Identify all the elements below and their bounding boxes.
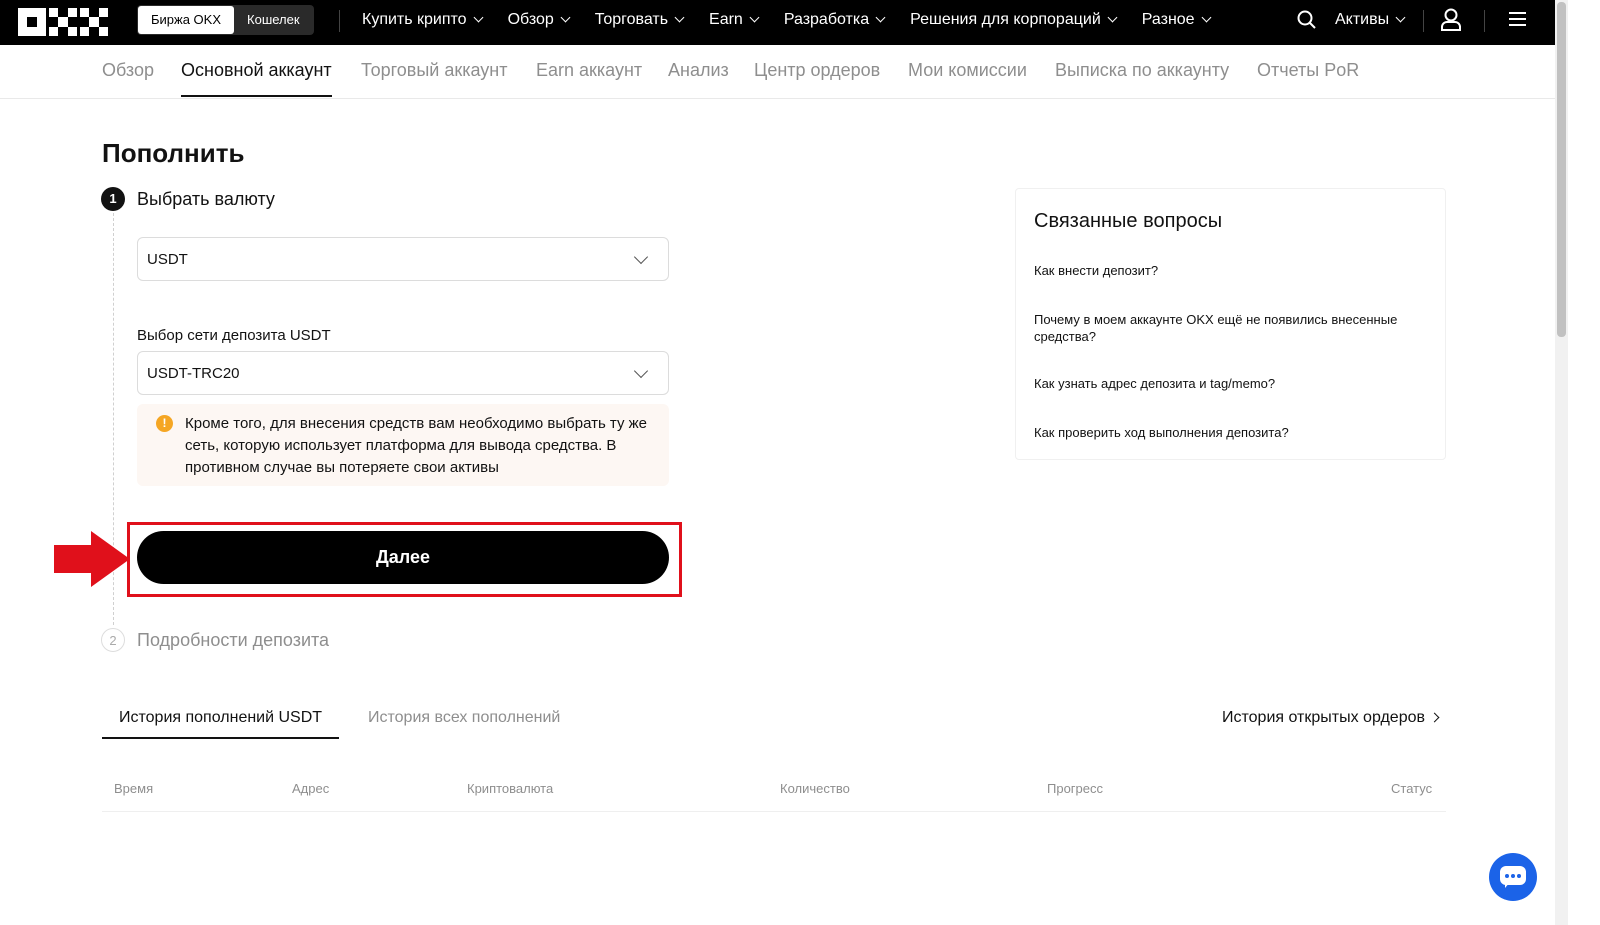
divider xyxy=(1423,10,1424,32)
nav-corporate[interactable]: Решения для корпораций xyxy=(910,11,1118,29)
chevron-down-icon xyxy=(1107,12,1118,23)
nav-more[interactable]: Разное xyxy=(1142,11,1212,29)
segment-wallet[interactable]: Кошелек xyxy=(234,6,313,34)
step-1-badge: 1 xyxy=(101,187,125,211)
column-header-progress: Прогресс xyxy=(1047,781,1104,796)
step-2-label: Подробности депозита xyxy=(137,630,330,650)
main-menu: Купить крипто Обзор Торговать Earn Разра… xyxy=(362,0,1236,40)
open-orders-link[interactable]: История открытых ордеров xyxy=(1222,709,1440,727)
chevron-right-icon xyxy=(1429,712,1440,723)
tab-trading-account[interactable]: Торговый аккаунт xyxy=(361,60,508,81)
faq-link[interactable]: Как проверить ход выполнения депозита? xyxy=(1034,424,1434,441)
network-select[interactable]: USDT-TRC20 xyxy=(137,351,669,395)
tab-earn-account[interactable]: Earn аккаунт xyxy=(536,60,642,81)
page-title: Пополнить xyxy=(102,138,245,168)
product-switch: Биржа OKX Кошелек xyxy=(137,5,314,35)
nav-earn[interactable]: Earn xyxy=(709,11,760,29)
nav-assets[interactable]: Активы xyxy=(1335,11,1406,29)
chevron-down-icon xyxy=(1201,12,1212,23)
nav-buy-crypto[interactable]: Купить крипто xyxy=(362,11,484,29)
chevron-down-icon xyxy=(560,12,571,23)
tab-order-center[interactable]: Центр ордеров xyxy=(754,60,880,81)
tab-statement[interactable]: Выписка по аккаунту xyxy=(1055,60,1229,81)
tab-overview[interactable]: Обзор xyxy=(102,60,154,81)
table-header-divider xyxy=(102,811,1446,812)
currency-value: USDT xyxy=(147,251,188,268)
step-2-badge: 2 xyxy=(101,628,125,652)
tab-all-deposit-history[interactable]: История всех пополнений xyxy=(368,709,560,727)
nav-dev[interactable]: Разработка xyxy=(784,11,886,29)
step-1-label: Выбрать валюту xyxy=(137,189,275,209)
column-header-time: Время xyxy=(114,781,154,796)
chevron-down-icon xyxy=(674,12,685,23)
chevron-down-icon xyxy=(633,363,649,379)
warning-icon: ! xyxy=(156,415,173,432)
column-header-amount: Количество xyxy=(780,781,850,796)
currency-select[interactable]: USDT xyxy=(137,237,669,281)
chat-icon xyxy=(1500,866,1526,888)
network-label: Выбор сети депозита USDT xyxy=(137,327,331,344)
scrollbar-thumb[interactable] xyxy=(1557,2,1566,337)
support-chat-button[interactable] xyxy=(1489,853,1537,901)
chevron-down-icon xyxy=(749,12,760,23)
nav-overview[interactable]: Обзор xyxy=(508,11,571,29)
tab-fees[interactable]: Мои комиссии xyxy=(908,60,1027,81)
search-icon[interactable] xyxy=(1297,10,1317,30)
chevron-down-icon xyxy=(633,249,649,265)
top-navbar: Биржа OKX Кошелек Купить крипто Обзор То… xyxy=(0,0,1555,45)
column-header-crypto: Криптовалюта xyxy=(467,781,554,796)
tab-main-account[interactable]: Основной аккаунт xyxy=(181,60,332,97)
menu-icon[interactable] xyxy=(1509,12,1526,27)
divider xyxy=(339,10,340,32)
chevron-down-icon xyxy=(875,12,886,23)
tab-usdt-deposit-history[interactable]: История пополнений USDT xyxy=(101,709,340,739)
account-subnav: Обзор Основной аккаунт Торговый аккаунт … xyxy=(0,45,1555,99)
divider xyxy=(1484,10,1485,32)
warning-text: Кроме того, для внесения средств вам нео… xyxy=(185,415,648,476)
faq-link[interactable]: Как внести депозит? xyxy=(1034,262,1434,279)
okx-logo[interactable] xyxy=(18,8,108,36)
user-icon[interactable] xyxy=(1440,8,1462,32)
related-questions-panel: Связанные вопросы Как внести депозит? По… xyxy=(1015,188,1446,460)
faq-link[interactable]: Почему в моем аккаунте OKX ещё не появил… xyxy=(1034,311,1434,345)
tab-analysis[interactable]: Анализ xyxy=(668,60,729,81)
faq-link[interactable]: Как узнать адрес депозита и tag/memo? xyxy=(1034,375,1434,392)
chevron-down-icon xyxy=(1395,12,1406,23)
network-value: USDT-TRC20 xyxy=(147,365,240,382)
red-arrow-annotation xyxy=(54,531,130,587)
chevron-down-icon xyxy=(473,12,484,23)
nav-trade[interactable]: Торговать xyxy=(595,11,685,29)
next-button[interactable]: Далее xyxy=(137,531,669,584)
network-warning: ! Кроме того, для внесения средств вам н… xyxy=(137,404,669,486)
column-header-status: Статус xyxy=(1391,781,1433,796)
column-header-address: Адрес xyxy=(292,781,330,796)
segment-exchange[interactable]: Биржа OKX xyxy=(138,6,235,34)
tab-por-reports[interactable]: Отчеты PoR xyxy=(1257,60,1359,81)
faq-title: Связанные вопросы xyxy=(1034,210,1223,232)
